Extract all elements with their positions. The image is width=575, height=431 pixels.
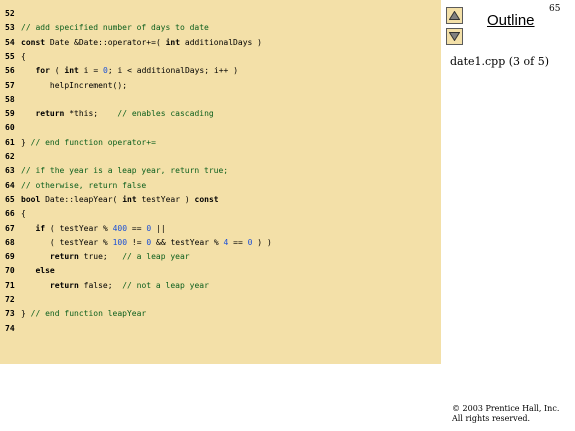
- code-line: 65 bool Date::leapYear( int testYear ) co…: [5, 193, 219, 207]
- line-number: 64: [5, 180, 15, 190]
- line-number: 56: [5, 66, 15, 76]
- page-number: 65: [549, 4, 561, 14]
- line-number: 53: [5, 23, 15, 33]
- line-number: 71: [5, 280, 15, 290]
- code-text: // add specified number of days to date: [21, 23, 209, 33]
- previous-slide-button[interactable]: [446, 7, 463, 24]
- code-text: if ( testYear % 400 == 0 ||: [35, 223, 166, 233]
- copyright-notice: © 2003 Prentice Hall, Inc. All rights re…: [452, 404, 559, 424]
- line-number: 74: [5, 323, 15, 333]
- line-number: 68: [5, 237, 15, 247]
- code-line: 66 {: [5, 207, 26, 221]
- code-line: 71 return false; // not a leap year: [5, 279, 209, 293]
- code-line: 55 {: [5, 50, 26, 64]
- code-line: 68 ( testYear % 100 != 0 && testYear % 4…: [5, 236, 272, 250]
- code-text: bool Date::leapYear( int testYear ) cons…: [21, 194, 219, 204]
- code-line: 54 const Date &Date::operator+=( int addi…: [5, 36, 262, 50]
- line-number: 72: [5, 295, 15, 304]
- code-text: return false; // not a leap year: [49, 280, 209, 290]
- code-text: ( testYear % 100 != 0 && testYear % 4 ==…: [49, 237, 272, 247]
- triangle-up-icon: [449, 11, 460, 20]
- code-line: 70 else: [5, 264, 55, 278]
- code-line: 61 } // end function operator+=: [5, 136, 156, 150]
- line-number: 55: [5, 51, 15, 61]
- code-text: helpIncrement();: [49, 80, 128, 90]
- code-text: {: [21, 209, 26, 219]
- code-line: 58: [5, 93, 21, 107]
- line-number: 70: [5, 266, 15, 276]
- line-number: 63: [5, 166, 15, 176]
- code-text: const Date &Date::operator+=( int additi…: [21, 37, 262, 47]
- code-line: 67 if ( testYear % 400 == 0 ||: [5, 222, 166, 236]
- outline-link[interactable]: Outline: [487, 12, 535, 29]
- code-text: // otherwise, return false: [21, 180, 147, 190]
- line-number: 60: [5, 123, 15, 133]
- code-text: } // end function operator+=: [21, 137, 156, 147]
- code-line: 59 return *this; // enables cascading: [5, 107, 214, 121]
- code-text: } // end function leapYear: [21, 309, 147, 319]
- code-line: 53 // add specified number of days to dat…: [5, 21, 209, 35]
- code-line: 60: [5, 121, 21, 135]
- code-line: 63 // if the year is a leap year, return …: [5, 164, 228, 178]
- line-number: 54: [5, 37, 15, 47]
- triangle-down-icon: [449, 32, 460, 41]
- line-number: 61: [5, 137, 15, 147]
- code-line: 64 // otherwise, return false: [5, 179, 146, 193]
- code-text: // if the year is a leap year, return tr…: [21, 166, 229, 176]
- code-line: 72: [5, 293, 21, 307]
- code-text: return true; // a leap year: [49, 252, 190, 262]
- code-text: return *this; // enables cascading: [35, 109, 214, 119]
- code-text: else: [35, 266, 55, 276]
- line-number: 73: [5, 309, 15, 319]
- code-line: 56 for ( int i = 0; i < additionalDays; …: [5, 64, 238, 78]
- code-line: 73 } // end function leapYear: [5, 307, 146, 321]
- copyright-line: © 2003 Prentice Hall, Inc.: [452, 404, 560, 413]
- file-subtitle: date1.cpp (3 of 5): [450, 55, 550, 68]
- line-number: 52: [5, 9, 15, 18]
- next-slide-button[interactable]: [446, 28, 463, 45]
- line-number: 69: [5, 252, 15, 262]
- code-line: 57 helpIncrement();: [5, 79, 127, 93]
- line-number: 59: [5, 109, 15, 119]
- code-line: 69 return true; // a leap year: [5, 250, 190, 264]
- code-text: for ( int i = 0; i < additionalDays; i++…: [35, 66, 239, 76]
- line-number: 57: [5, 80, 15, 90]
- line-number: 67: [5, 223, 15, 233]
- code-line: 52: [5, 7, 21, 21]
- code-line: 62: [5, 150, 21, 164]
- line-number: 66: [5, 209, 15, 219]
- line-number: 58: [5, 94, 15, 104]
- rights-line: All rights reserved.: [452, 414, 531, 423]
- code-line: 74: [5, 322, 21, 336]
- code-text: {: [21, 51, 26, 61]
- line-number: 65: [5, 194, 15, 204]
- line-number: 62: [5, 152, 15, 161]
- code-panel: 52 53 // add specified number of days to d…: [0, 0, 441, 364]
